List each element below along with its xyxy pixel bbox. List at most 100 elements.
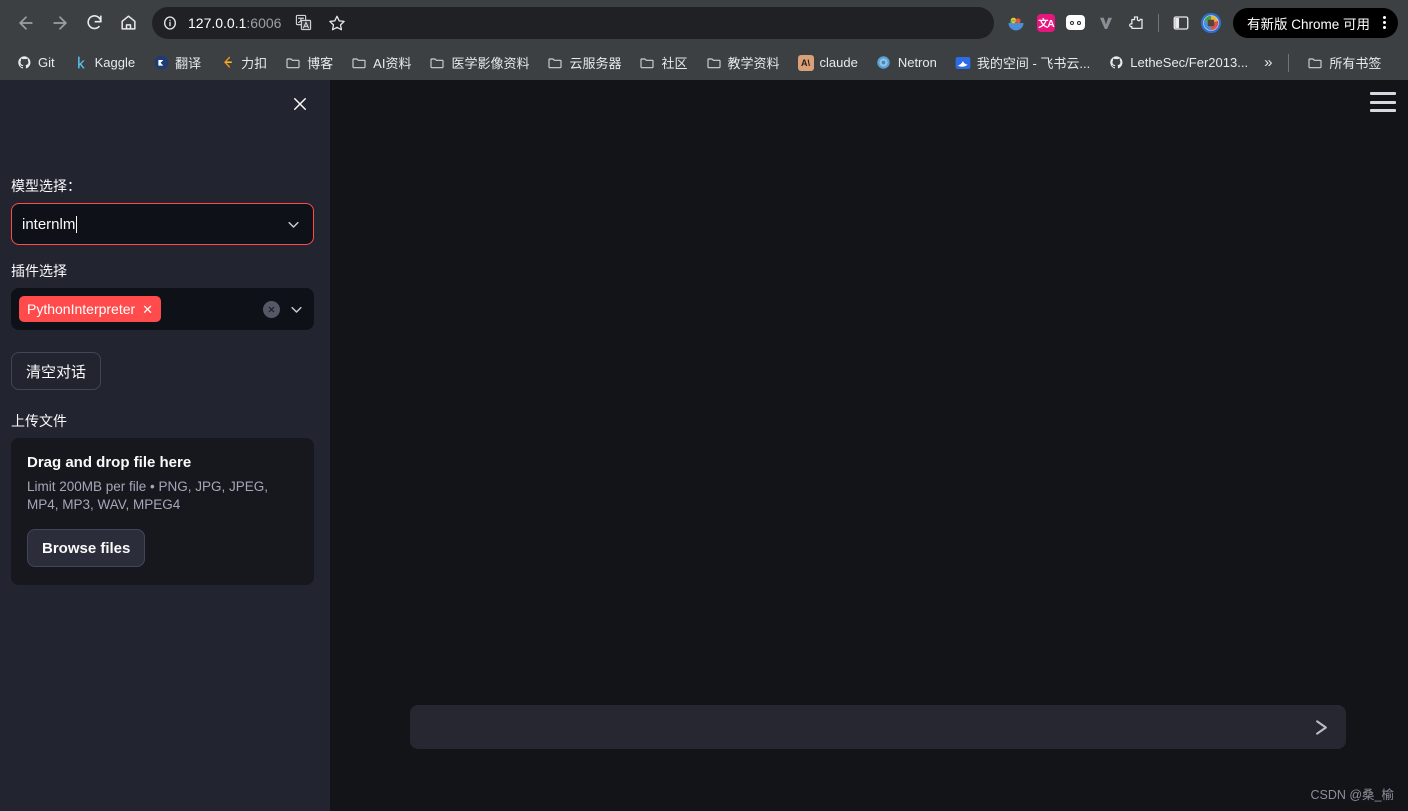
tag-remove-icon[interactable]: ✕ (142, 303, 153, 316)
bookmark-label: 力扣 (241, 56, 268, 71)
bookmark-kaggle[interactable]: Kaggle (65, 51, 143, 75)
translate-icon[interactable] (289, 9, 317, 37)
feishu-icon (955, 55, 971, 71)
all-bookmarks-label: 所有书签 (1329, 56, 1382, 71)
bookmark-label: 博客 (307, 56, 334, 71)
address-host: 127.0.0.1 (188, 14, 247, 31)
model-select[interactable]: internlm (11, 203, 314, 245)
bookmark-label: 我的空间 - 飞书云... (976, 56, 1091, 71)
bookmark-folder-community[interactable]: 社区 (631, 49, 695, 76)
address-bar[interactable]: 127.0.0.1:6006 (152, 6, 994, 39)
browser-chrome: 127.0.0.1:6006 文A 有新版 Chrome 可用 Git Kagg… (0, 0, 1408, 80)
profile-avatar[interactable] (1197, 9, 1225, 37)
folder-icon (1307, 55, 1323, 71)
github-icon (16, 55, 32, 71)
plugin-tag-label: PythonInterpreter (27, 301, 136, 317)
toolbar-divider (1157, 13, 1159, 32)
bookmarks-overflow-button[interactable]: » (1258, 50, 1278, 75)
bookmark-folder-cloud[interactable]: 云服务器 (539, 49, 629, 76)
bookmark-label: 云服务器 (569, 56, 622, 71)
omnibox-actions (289, 9, 351, 37)
plugin-select-label: 插件选择 (11, 263, 67, 279)
folder-icon (285, 55, 301, 71)
kebab-menu-icon[interactable] (1376, 16, 1392, 29)
folder-icon (429, 55, 445, 71)
browse-files-button[interactable]: Browse files (27, 529, 146, 568)
bookmark-folder-ai[interactable]: AI资料 (343, 49, 419, 76)
bookmark-leetcode[interactable]: 力扣 (211, 49, 275, 76)
chat-input-container (410, 705, 1346, 749)
bookmark-translate[interactable]: 翻译 (145, 49, 209, 76)
bookmark-folder-teaching[interactable]: 教学资料 (698, 49, 788, 76)
plugin-tag-pythoninterpreter[interactable]: PythonInterpreter ✕ (19, 296, 162, 322)
translate-extension-icon[interactable]: 文A (1032, 9, 1060, 37)
back-button[interactable] (10, 7, 42, 39)
kaggle-icon (73, 55, 89, 71)
bookmark-folder-blog[interactable]: 博客 (277, 49, 341, 76)
folder-icon (639, 55, 655, 71)
bookmark-feishu[interactable]: 我的空间 - 飞书云... (947, 49, 1098, 76)
bookmarks-bar: Git Kaggle 翻译 力扣 博客 AI资料 医学影像资料 云服务器 社区 … (0, 45, 1408, 80)
info-circle-icon[interactable] (160, 13, 180, 33)
chrome-update-label: 有新版 Chrome 可用 (1246, 16, 1370, 32)
clear-all-icon[interactable] (263, 300, 280, 318)
chevron-down-icon[interactable] (283, 214, 303, 234)
bookmark-label: Kaggle (94, 55, 136, 70)
folder-icon (547, 55, 563, 71)
monica-extension-icon[interactable] (1062, 9, 1090, 37)
chat-input[interactable] (410, 705, 1346, 749)
folder-icon (706, 55, 722, 71)
bookmark-label: 翻译 (175, 56, 202, 71)
send-icon[interactable] (1304, 710, 1338, 744)
bookmark-label: 医学影像资料 (451, 56, 530, 71)
side-panel-icon[interactable] (1167, 9, 1195, 37)
bookmark-lethesec[interactable]: LetheSec/Fer2013... (1100, 51, 1256, 75)
bookmark-label: Git (38, 55, 55, 70)
folder-icon (351, 55, 367, 71)
dropzone-title: Drag and drop file here (27, 454, 192, 471)
bookmark-label: 教学资料 (727, 56, 780, 71)
close-icon[interactable] (288, 92, 312, 116)
forward-button[interactable] (44, 7, 76, 39)
translate-bookmark-icon (153, 55, 169, 71)
puzzle-extensions-icon[interactable] (1122, 9, 1150, 37)
bookmark-git[interactable]: Git (8, 51, 63, 75)
model-select-label: 模型选择： (11, 178, 81, 194)
address-bar-url[interactable]: 127.0.0.1:6006 (188, 15, 281, 31)
v-extension-icon[interactable] (1092, 9, 1120, 37)
plugin-multiselect[interactable]: PythonInterpreter ✕ (11, 288, 314, 330)
reload-button[interactable] (78, 7, 110, 39)
bookmark-label: claude (819, 55, 858, 70)
sidebar-content: 模型选择： internlm 插件选择 PythonInterpreter ✕ (0, 80, 330, 586)
bookmarks-divider (1288, 53, 1290, 72)
chevron-down-icon[interactable] (286, 299, 306, 319)
browser-toolbar: 127.0.0.1:6006 文A 有新版 Chrome 可用 (0, 0, 1408, 45)
clear-chat-button[interactable]: 清空对话 (11, 352, 102, 390)
leetcode-icon (219, 55, 235, 71)
hamburger-menu-icon[interactable] (1370, 92, 1396, 112)
model-select-value-wrap: internlm (22, 215, 283, 233)
bookmark-claude[interactable]: A\ claude (790, 51, 866, 75)
upload-section-label: 上传文件 (11, 413, 67, 429)
app-viewport: 模型选择： internlm 插件选择 PythonInterpreter ✕ (0, 80, 1408, 811)
text-caret (76, 215, 78, 233)
bookmark-folder-medical[interactable]: 医学影像资料 (421, 49, 537, 76)
model-select-value: internlm (22, 215, 76, 233)
netron-icon (876, 55, 892, 71)
watermark: CSDN @桑_榆 (1310, 788, 1394, 802)
chrome-update-button[interactable]: 有新版 Chrome 可用 (1232, 7, 1398, 38)
github-icon (1108, 55, 1124, 71)
address-port: :6006 (246, 14, 282, 31)
bookmark-label: AI资料 (373, 56, 412, 71)
bookmark-label: LetheSec/Fer2013... (1130, 55, 1249, 70)
app-sidebar: 模型选择： internlm 插件选择 PythonInterpreter ✕ (0, 80, 330, 811)
fruit-bowl-extension-icon[interactable] (1002, 9, 1030, 37)
bookmark-netron[interactable]: Netron (868, 51, 945, 75)
main-content: CSDN @桑_榆 (330, 80, 1408, 811)
file-dropzone[interactable]: Drag and drop file here Limit 200MB per … (11, 438, 314, 586)
all-bookmarks-button[interactable]: 所有书签 (1299, 49, 1389, 76)
star-icon[interactable] (323, 9, 351, 37)
home-button[interactable] (112, 7, 144, 39)
claude-icon: A\ (797, 54, 814, 71)
bookmark-label: 社区 (661, 56, 688, 71)
